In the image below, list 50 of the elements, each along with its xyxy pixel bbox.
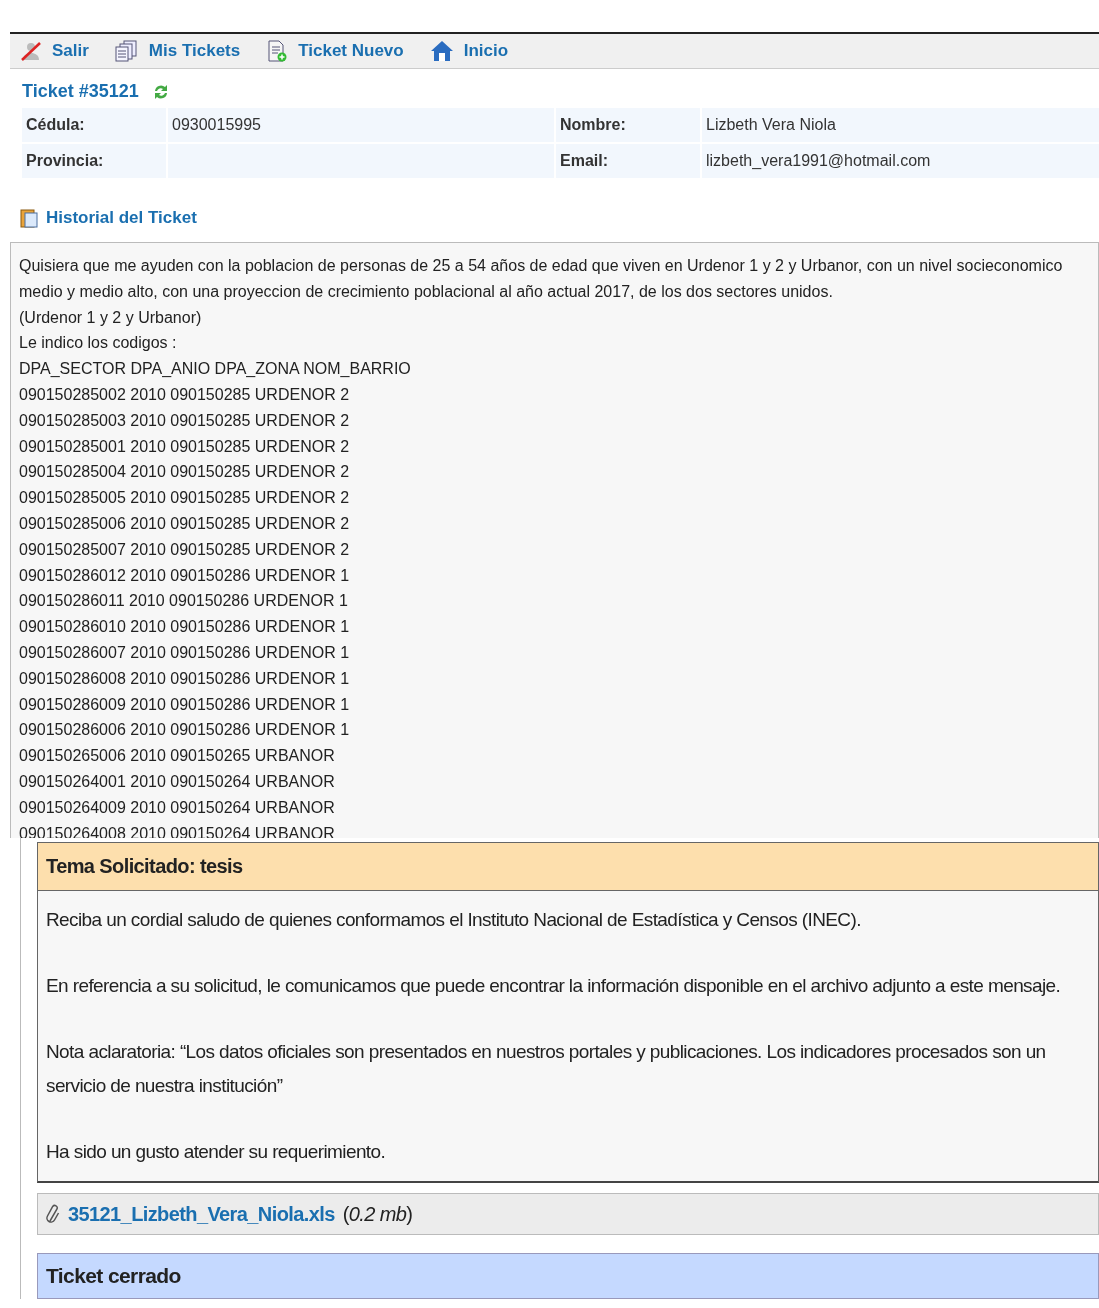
response-paragraph: Ha sido un gusto atender su requerimiento. bbox=[46, 1140, 387, 1164]
message-line: 090150285002 2010 090150285 URDENOR 2 bbox=[19, 385, 351, 405]
message-line: 090150285006 2010 090150285 URDENOR 2 bbox=[19, 513, 351, 534]
section-title: Historial del Ticket bbox=[46, 208, 197, 228]
refresh-icon[interactable] bbox=[152, 82, 169, 101]
message-line: 090150286012 2010 090150286 URDENOR 1 bbox=[19, 565, 351, 586]
file-size: (0.2 mb) bbox=[342, 1202, 413, 1226]
message-line: Quisiera que me ayuden con la poblacion de personas de 25 a 54 años de edad que viven en Urdenor 1 y 2 y Urbanor, con un nivel socieconomico medio y medio alto, con una proyeccion de crecimiento poblacional al año actual 2017, de los dos sectores unidos. bbox=[19, 256, 1064, 302]
field-label: Provincia: bbox=[22, 144, 166, 178]
nav-link[interactable]: Salir bbox=[20, 40, 89, 62]
message-line: 090150285005 2010 090150285 URDENOR 2 bbox=[19, 488, 351, 509]
home-icon bbox=[429, 40, 454, 62]
message-line: DPA_SECTOR DPA_ANIO DPA_ZONA NOM_BARRIO bbox=[19, 359, 412, 380]
nav-link[interactable]: Ticket Nuevo bbox=[266, 40, 404, 62]
message-line: 090150285001 2010 090150285 URDENOR 2 bbox=[19, 436, 351, 457]
field-label: Cédula: bbox=[22, 108, 166, 142]
response-paragraph: Reciba un cordial saludo de quienes conformamos el Instituto Nacional de Estadística y Censos (INEC). bbox=[46, 908, 862, 932]
clipboard-icon bbox=[20, 208, 38, 228]
response-title: Tema Solicitado: tesis bbox=[38, 843, 1098, 891]
paperclip-icon bbox=[46, 1204, 60, 1224]
message-line: 090150285007 2010 090150285 URDENOR 2 bbox=[19, 539, 351, 560]
message-line: 090150264009 2010 090150264 URBANOR bbox=[19, 797, 336, 818]
message-line: 090150286009 2010 090150286 URDENOR 1 bbox=[19, 694, 351, 715]
documents-icon bbox=[114, 40, 139, 62]
message-line: Le indico los codigos : bbox=[19, 333, 178, 354]
user-crossed-icon bbox=[20, 40, 42, 62]
message-line: 090150286008 2010 090150286 URDENOR 1 bbox=[19, 668, 351, 689]
field-label: Email: bbox=[556, 144, 700, 178]
message-line: 090150285003 2010 090150285 URDENOR 2 bbox=[19, 410, 351, 431]
response-paragraph: En referencia a su solicitud, le comunicamos que puede encontrar la información disponible en el archivo adjunto a este mensaje. bbox=[46, 974, 1062, 998]
status-bar: Ticket cerrado bbox=[37, 1253, 1099, 1299]
document-add-icon bbox=[266, 40, 289, 62]
field-value: lizbeth_vera1991@hotmail.com bbox=[702, 144, 1099, 178]
field-value: Lizbeth Vera Niola bbox=[702, 108, 1099, 142]
message-line: (Urdenor 1 y 2 y Urbanor) bbox=[19, 307, 203, 328]
message-line: 090150264008 2010 090150264 URBANOR bbox=[19, 823, 336, 838]
message-line: 090150286006 2010 090150286 URDENOR 1 bbox=[19, 720, 351, 741]
field-label: Nombre: bbox=[556, 108, 700, 142]
message-line: 090150286007 2010 090150286 URDENOR 1 bbox=[19, 642, 351, 663]
message-line: 090150265006 2010 090150265 URBANOR bbox=[19, 746, 336, 767]
field-value: 0930015995 bbox=[168, 108, 554, 142]
message-line: 090150286011 2010 090150286 URDENOR 1 bbox=[19, 591, 349, 612]
nav-link[interactable]: Inicio bbox=[429, 40, 509, 62]
response-paragraph: Nota aclaratoria: “Los datos oficiales son presentados en nuestros portales y publicaciones. Los indicadores procesados son un servicio de nuestra institución” bbox=[46, 1040, 1047, 1098]
ticket-title: Ticket #35121 bbox=[22, 81, 139, 102]
message-line: 090150285004 2010 090150285 URDENOR 2 bbox=[19, 462, 351, 483]
nav-link[interactable]: Mis Tickets bbox=[114, 40, 241, 62]
file-link[interactable]: 35121_Lizbeth_Vera_Niola.xls bbox=[68, 1202, 335, 1226]
message-line: 090150264001 2010 090150264 URBANOR bbox=[19, 771, 336, 792]
message-line: 090150286010 2010 090150286 URDENOR 1 bbox=[19, 617, 351, 638]
